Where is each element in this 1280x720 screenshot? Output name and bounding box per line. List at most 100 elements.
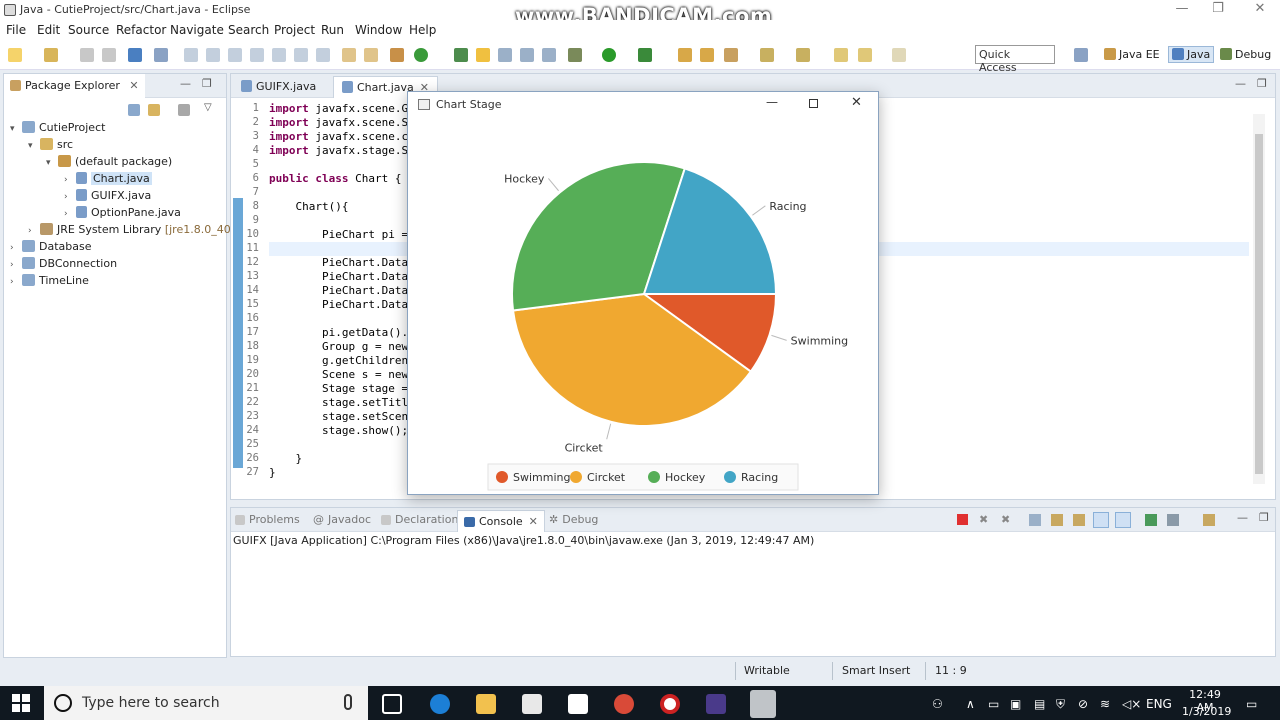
forward-icon[interactable]: [892, 48, 906, 62]
file-explorer-icon[interactable]: [476, 694, 496, 714]
bandicam-icon[interactable]: [660, 694, 680, 714]
microphone-icon[interactable]: [344, 694, 352, 710]
usb-icon[interactable]: ▤: [1034, 697, 1045, 711]
show-stdout-icon[interactable]: [1093, 512, 1109, 528]
windows-start-icon[interactable]: [12, 694, 30, 712]
code-line[interactable]: import javafx.scene.c: [269, 130, 408, 143]
code-line[interactable]: pi.getData().: [269, 326, 408, 339]
collapsed-arrow-icon[interactable]: ›: [10, 243, 22, 253]
step-over-icon[interactable]: [294, 48, 308, 62]
focus-task-icon[interactable]: [178, 104, 190, 116]
tree-item-guifx-java[interactable]: › GUIFX.java: [64, 189, 151, 202]
taskbar-search[interactable]: Type here to search: [44, 686, 368, 720]
menu-run[interactable]: Run: [321, 23, 344, 37]
volume-mute-icon[interactable]: ◁×: [1122, 697, 1141, 711]
java-app-taskbar-icon[interactable]: [750, 690, 776, 718]
perspective-java-ee[interactable]: Java EE: [1104, 48, 1160, 61]
tab-console[interactable]: Console ✕: [457, 510, 545, 532]
language-indicator[interactable]: ENG: [1146, 697, 1172, 711]
tab-problems[interactable]: Problems: [235, 513, 300, 526]
menu-help[interactable]: Help: [409, 23, 436, 37]
block-select-icon[interactable]: [520, 48, 534, 62]
step-return-icon[interactable]: [316, 48, 330, 62]
perspective-java[interactable]: Java: [1168, 46, 1215, 63]
expanded-arrow-icon[interactable]: ▾: [46, 158, 58, 168]
show-whitespace-icon[interactable]: [542, 48, 556, 62]
expanded-arrow-icon[interactable]: ▾: [10, 124, 22, 134]
chrome-icon[interactable]: [614, 694, 634, 714]
run-icon[interactable]: [602, 48, 616, 62]
code-line[interactable]: Scene s = new: [269, 368, 408, 381]
open-perspective-icon[interactable]: [454, 48, 468, 62]
next-annotation-icon[interactable]: [760, 48, 774, 62]
new-folder-icon[interactable]: [44, 48, 58, 62]
collapsed-arrow-icon[interactable]: ›: [64, 175, 76, 185]
tab-debug[interactable]: ✲ Debug: [549, 513, 598, 526]
maximize-view-icon[interactable]: ❐: [202, 77, 212, 90]
code-line[interactable]: public class Chart {: [269, 172, 401, 185]
open-console-icon[interactable]: [1203, 514, 1215, 526]
minimize-console-icon[interactable]: —: [1237, 511, 1248, 524]
mail-icon[interactable]: [568, 694, 588, 714]
open-type-icon[interactable]: [678, 48, 692, 62]
toggle-mark-icon[interactable]: [342, 48, 356, 62]
open-perspective-button-icon[interactable]: [1074, 48, 1088, 62]
code-line[interactable]: stage.show();: [269, 424, 408, 437]
menu-refactor[interactable]: Refactor: [116, 23, 166, 37]
store-icon[interactable]: [522, 694, 542, 714]
maximize-button[interactable]: ❐: [1198, 0, 1238, 20]
collapsed-arrow-icon[interactable]: ›: [10, 260, 22, 270]
close-tab-icon[interactable]: ✕: [529, 515, 538, 528]
package-explorer-tab[interactable]: Package Explorer ✕: [4, 74, 145, 98]
code-line[interactable]: Chart(){: [269, 200, 348, 213]
link-editor-icon[interactable]: [148, 104, 160, 116]
collapsed-arrow-icon[interactable]: ›: [64, 192, 76, 202]
edge-browser-icon[interactable]: [430, 694, 450, 714]
code-line[interactable]: }: [269, 466, 276, 479]
terminate-icon[interactable]: [228, 48, 242, 62]
coverage-icon[interactable]: [364, 48, 378, 62]
tab-javadoc[interactable]: @ Javadoc: [313, 513, 371, 526]
clock-date[interactable]: 1/3/2019: [1182, 705, 1231, 718]
eclipse-taskbar-icon[interactable]: [706, 694, 726, 714]
terminal-icon[interactable]: [128, 48, 142, 62]
tab-declaration[interactable]: Declaration: [381, 513, 458, 526]
collapsed-arrow-icon[interactable]: ›: [10, 277, 22, 287]
code-line[interactable]: Group g = new: [269, 340, 408, 353]
new-icon[interactable]: [8, 48, 22, 62]
quick-access-input[interactable]: Quick Access: [975, 45, 1055, 74]
wifi-icon[interactable]: ≋: [1100, 697, 1110, 711]
collapsed-arrow-icon[interactable]: ›: [64, 209, 76, 219]
tab-guifx-java[interactable]: GUIFX.java: [233, 76, 324, 98]
save-icon[interactable]: [80, 48, 94, 62]
menu-source[interactable]: Source: [68, 23, 109, 37]
tree-item-cutieproject[interactable]: ▾ CutieProject: [10, 121, 105, 134]
minimize-view-icon[interactable]: —: [180, 77, 191, 90]
code-line[interactable]: g.getChildren: [269, 354, 408, 367]
tree-item-database[interactable]: › Database: [10, 240, 92, 253]
search-tool-icon[interactable]: [724, 48, 738, 62]
minimize-editor-icon[interactable]: —: [1235, 77, 1246, 90]
open-task-icon[interactable]: [700, 48, 714, 62]
maximize-editor-icon[interactable]: ❐: [1257, 77, 1267, 90]
link-icon[interactable]: [498, 48, 512, 62]
code-line[interactable]: import javafx.stage.S: [269, 144, 408, 157]
code-line[interactable]: import javafx.scene.S: [269, 116, 408, 129]
external-tools-icon[interactable]: [638, 48, 652, 62]
highlight-icon[interactable]: [476, 48, 490, 62]
menu-file[interactable]: File: [6, 23, 26, 37]
close-button[interactable]: ✕: [1240, 0, 1280, 20]
code-line[interactable]: import javafx.scene.G: [269, 102, 408, 115]
tree-item-timeline[interactable]: › TimeLine: [10, 274, 89, 287]
menu-edit[interactable]: Edit: [37, 23, 60, 37]
minimize-button[interactable]: —: [1162, 0, 1202, 20]
back-icon[interactable]: [858, 48, 872, 62]
collapse-all-icon[interactable]: [128, 104, 140, 116]
tree-item-optionpane-java[interactable]: › OptionPane.java: [64, 206, 181, 219]
menu-window[interactable]: Window: [355, 23, 402, 37]
prev-annotation-icon[interactable]: [796, 48, 810, 62]
monitor-icon[interactable]: ▣: [1010, 697, 1021, 711]
close-tab-icon[interactable]: ✕: [129, 79, 138, 92]
code-line[interactable]: stage.setScen: [269, 410, 408, 423]
tray-chevron-icon[interactable]: ∧: [966, 697, 975, 711]
